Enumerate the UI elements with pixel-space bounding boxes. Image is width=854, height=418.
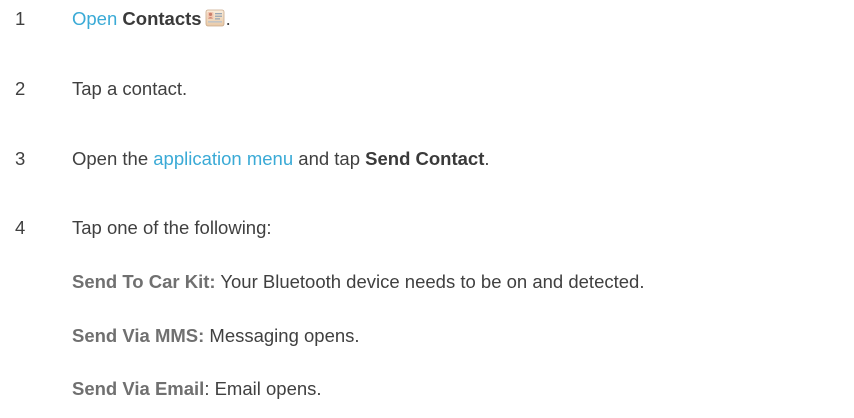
option-send-via-mms: Send Via MMS: Messaging opens. — [72, 322, 360, 350]
step-number: 2 — [15, 78, 26, 99]
step-text: Open the application menu and tap Send C… — [72, 145, 490, 173]
step-middle: and tap — [293, 148, 366, 169]
step-number: 3 — [15, 148, 26, 169]
step-text: Tap one of the following: — [72, 217, 272, 238]
option-description: Your Bluetooth device needs to be on and… — [215, 271, 645, 292]
contacts-app-icon — [204, 7, 226, 29]
option-label: Send Via Email — [72, 378, 205, 399]
step-text: Open Contacts . — [72, 5, 231, 33]
contacts-app-name: Contacts — [122, 8, 202, 29]
option-send-to-car-kit: Send To Car Kit: Your Bluetooth device n… — [72, 268, 644, 296]
step-end: . — [225, 8, 231, 29]
option-description: : Email opens. — [204, 378, 322, 399]
step-number: 1 — [15, 8, 26, 29]
option-label: Send To Car Kit: — [72, 271, 216, 292]
option-send-via-email: Send Via Email: Email opens. — [72, 375, 322, 403]
step-text: Tap a contact. — [72, 78, 188, 99]
application-menu-link[interactable]: application menu — [153, 148, 293, 169]
step-number: 4 — [15, 217, 26, 238]
option-description: Messaging opens. — [204, 325, 360, 346]
open-link[interactable]: Open — [72, 8, 117, 29]
step-prefix: Open the — [72, 148, 154, 169]
send-contact-label: Send Contact — [365, 148, 485, 169]
step-end: . — [484, 148, 490, 169]
instructions-document: 1 Open Contacts . 2 Tap a contact. 3 Ope… — [0, 0, 854, 418]
option-label: Send Via MMS: — [72, 325, 205, 346]
